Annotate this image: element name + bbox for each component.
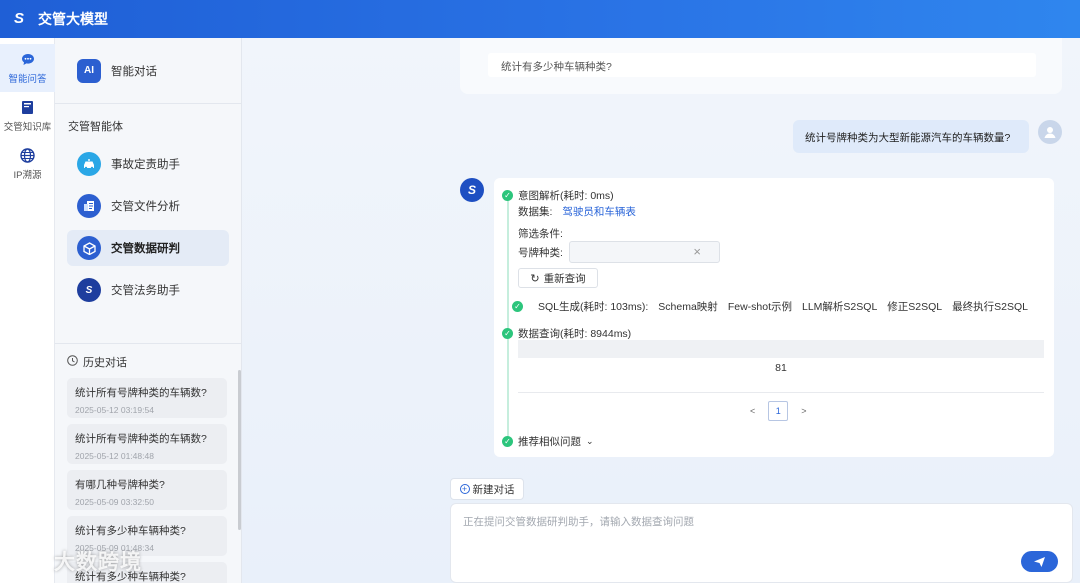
watermark: 大数跨境: [10, 546, 142, 576]
result-table-header: [518, 340, 1044, 358]
history-item[interactable]: 有哪几种号牌种类? 2025-05-09 03:32:50: [67, 470, 227, 510]
sql-tag[interactable]: Schema映射: [658, 299, 718, 314]
law-icon: S: [77, 278, 101, 302]
progress-timeline: [507, 196, 509, 438]
globe-icon: [20, 148, 36, 164]
agent-sidebar: AI 智能对话 交管智能体 事故定责助手 交管文件分析 交管数据研判 S 交管法…: [55, 38, 242, 583]
next-page-button[interactable]: >: [801, 406, 806, 416]
rail-item-ip[interactable]: IP溯源: [0, 140, 55, 188]
new-chat-label: 新建对话: [472, 483, 515, 496]
agent-label: 交管文件分析: [111, 201, 180, 213]
rail-label: IP溯源: [13, 169, 42, 181]
history-scrollbar[interactable]: [238, 370, 241, 530]
sql-tag[interactable]: 修正S2SQL: [887, 299, 942, 314]
rail-item-knowledge[interactable]: 交管知识库: [0, 92, 55, 140]
query-step: ✓ 数据查询(耗时: 8944ms): [502, 326, 631, 341]
prev-page-button[interactable]: <: [750, 406, 755, 416]
history-header: 历史对话: [55, 343, 241, 371]
history-time: 2025-05-09 03:32:50: [75, 497, 154, 507]
close-icon[interactable]: ×: [693, 244, 701, 260]
history-title: 历史对话: [83, 356, 127, 369]
send-button[interactable]: [1021, 551, 1058, 572]
message-composer: [450, 503, 1073, 583]
history-time: 2025-05-12 01:48:48: [75, 451, 154, 461]
message-input[interactable]: [463, 514, 1023, 554]
history-time: 2025-05-12 03:19:54: [75, 405, 154, 415]
document-icon: [77, 194, 101, 218]
agent-label: 交管数据研判: [111, 243, 180, 255]
check-icon: ✓: [502, 190, 513, 201]
recommend-step[interactable]: ✓ 推荐相似问题 ⌄: [502, 434, 594, 449]
refresh-icon: ↻: [530, 272, 540, 285]
result-divider: [518, 392, 1044, 393]
new-chat-button[interactable]: + 新建对话: [450, 478, 524, 500]
chat-icon: [20, 52, 36, 68]
requery-label: 重新查询: [543, 272, 586, 285]
agent-item-data-analysis[interactable]: 交管数据研判: [67, 230, 229, 266]
cube-icon: [77, 236, 101, 260]
smart-chat-item[interactable]: AI 智能对话: [55, 38, 241, 104]
dataset-link[interactable]: 驾驶员和车辆表: [562, 206, 636, 218]
chat-area: 统计有多少种车辆种类? 统计号牌种类为大型新能源汽车的车辆数量? S ✓ 意图解…: [242, 38, 1080, 583]
agent-item-documents[interactable]: 交管文件分析: [67, 188, 229, 224]
agent-label: 交管法务助手: [111, 285, 180, 297]
watermark-logo-icon: [10, 546, 50, 576]
plate-type-label: 号牌种类:: [518, 247, 563, 259]
check-icon: ✓: [502, 436, 513, 447]
requery-button[interactable]: ↻ 重新查询: [518, 268, 598, 288]
rail-label: 交管知识库: [3, 121, 52, 133]
smart-chat-label: 智能对话: [111, 65, 157, 78]
send-icon: [1034, 556, 1045, 567]
intent-title: 意图解析(耗时: 0ms): [518, 190, 614, 202]
agent-label: 事故定责助手: [111, 159, 180, 171]
dataset-row: 数据集: 驾驶员和车辆表: [518, 204, 636, 219]
car-accident-icon: [77, 152, 101, 176]
left-rail: 智能问答 交管知识库 IP溯源: [0, 38, 55, 583]
history-question: 统计有多少种车辆种类?: [75, 525, 186, 537]
check-icon: ✓: [512, 301, 523, 312]
page-number-button[interactable]: 1: [768, 401, 789, 421]
user-icon: [1044, 127, 1056, 138]
recommend-title: 推荐相似问题: [518, 436, 581, 448]
rail-label: 智能问答: [8, 73, 47, 85]
plate-type-select[interactable]: ×: [569, 241, 720, 263]
user-avatar: [1038, 120, 1062, 144]
rail-item-qa[interactable]: 智能问答: [0, 44, 55, 92]
sql-tag[interactable]: LLM解析S2SQL: [802, 299, 877, 314]
history-item[interactable]: 统计所有号牌种类的车辆数? 2025-05-12 01:48:48: [67, 424, 227, 464]
top-bar: S 交管大模型: [0, 0, 1080, 38]
dataset-label: 数据集:: [518, 206, 553, 218]
sql-tag[interactable]: Few-shot示例: [728, 299, 792, 314]
pagination: < 1 >: [750, 401, 807, 421]
app-title: 交管大模型: [38, 11, 108, 27]
sql-step: ✓ SQL生成(耗时: 103ms): Schema映射 Few-shot示例 …: [502, 299, 1028, 314]
agent-item-legal[interactable]: S 交管法务助手: [67, 272, 229, 308]
plus-icon: +: [459, 484, 470, 494]
history-item[interactable]: 统计所有号牌种类的车辆数? 2025-05-12 03:19:54: [67, 378, 227, 418]
ai-icon: AI: [77, 58, 101, 83]
previous-question: 统计有多少种车辆种类?: [488, 53, 1036, 77]
check-icon: ✓: [502, 328, 513, 339]
clock-icon: [67, 354, 78, 369]
agent-item-accident[interactable]: 事故定责助手: [67, 146, 229, 182]
book-icon: [20, 100, 36, 116]
sql-tag[interactable]: 最终执行S2SQL: [952, 299, 1028, 314]
user-message: 统计号牌种类为大型新能源汽车的车辆数量?: [793, 120, 1029, 153]
history-question: 统计所有号牌种类的车辆数?: [75, 387, 207, 399]
chevron-down-icon: ⌄: [586, 436, 594, 446]
history-question: 有哪几种号牌种类?: [75, 479, 165, 491]
result-value: 81: [775, 362, 787, 374]
agents-section-title: 交管智能体: [68, 121, 123, 133]
filter-label: 筛选条件:: [518, 228, 563, 240]
watermark-text: 大数跨境: [54, 551, 142, 574]
sql-title: SQL生成(耗时: 103ms):: [538, 301, 649, 313]
history-question: 统计所有号牌种类的车辆数?: [75, 433, 207, 445]
query-title: 数据查询(耗时: 8944ms): [518, 328, 632, 340]
assistant-avatar: S: [460, 178, 484, 202]
intent-step: ✓ 意图解析(耗时: 0ms): [502, 188, 614, 203]
app-logo-icon: S: [14, 10, 25, 27]
